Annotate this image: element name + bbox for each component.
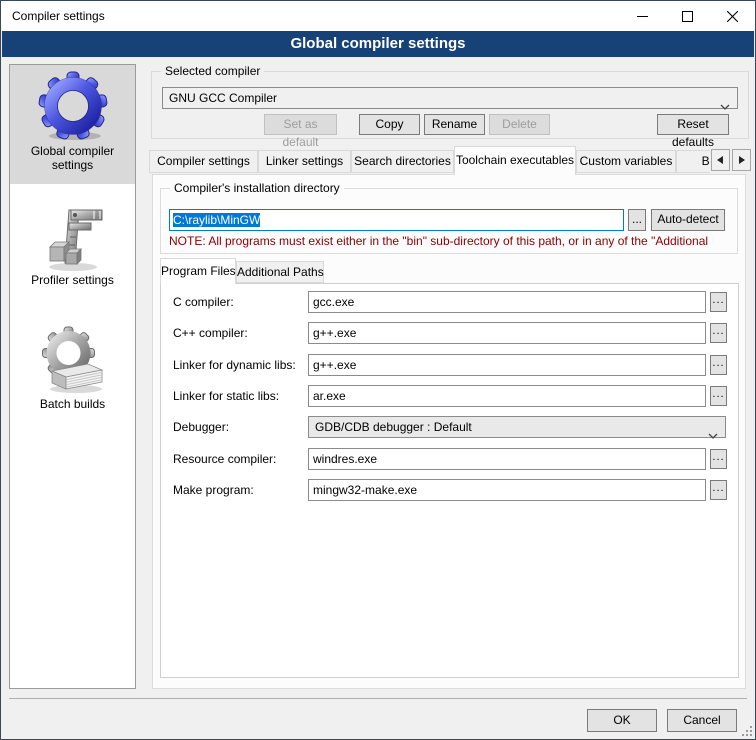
linker-dynamic-label: Linker for dynamic libs:	[173, 358, 296, 372]
set-as-default-button[interactable]: Set as default	[264, 114, 337, 135]
selected-compiler-group-label: Selected compiler	[161, 64, 264, 78]
sidebar-item-global-compiler-settings[interactable]: Global compiler settings	[10, 65, 135, 184]
install-dir-browse-button[interactable]: ...	[628, 209, 646, 231]
copy-button[interactable]: Copy	[359, 114, 420, 135]
compiler-settings-dialog: Compiler settings Global compiler settin…	[0, 0, 756, 740]
program-files-page: C compiler: ... C++ compiler: ... Linker…	[160, 283, 739, 678]
cpp-compiler-label: C++ compiler:	[173, 326, 248, 340]
maximize-button[interactable]	[665, 1, 710, 31]
make-program-input[interactable]	[308, 479, 706, 501]
debugger-select[interactable]: GDB/CDB debugger : Default	[308, 416, 726, 438]
window-title: Compiler settings	[12, 9, 105, 23]
gear-stack-icon	[38, 325, 108, 395]
caliper-icon	[38, 201, 108, 271]
close-button[interactable]	[710, 1, 755, 31]
bin-subdirectory-note: NOTE: All programs must exist either in …	[169, 234, 736, 248]
linker-dynamic-input[interactable]	[308, 354, 706, 376]
tab-linker-settings[interactable]: Linker settings	[258, 150, 351, 173]
page-title: Global compiler settings	[2, 31, 754, 57]
close-icon	[727, 11, 738, 22]
toolchain-executables-page: Compiler's installation directory C:\ray…	[152, 174, 746, 689]
resize-grip[interactable]	[742, 726, 752, 736]
install-dir-selected-text: C:\raylib\MinGW	[173, 213, 260, 227]
reset-defaults-button[interactable]: Reset defaults	[657, 114, 729, 135]
maximize-icon	[682, 11, 693, 22]
cpp-compiler-browse-button[interactable]: ...	[710, 323, 727, 343]
installation-directory-group-label: Compiler's installation directory	[170, 181, 344, 195]
c-compiler-label: C compiler:	[173, 295, 234, 309]
c-compiler-input[interactable]	[308, 291, 706, 313]
arrow-left-icon	[717, 156, 724, 164]
make-program-label: Make program:	[173, 483, 254, 497]
cancel-button[interactable]: Cancel	[667, 709, 737, 732]
install-dir-input[interactable]: C:\raylib\MinGW	[169, 209, 624, 231]
make-program-browse-button[interactable]: ...	[710, 480, 727, 500]
debugger-label: Debugger:	[173, 420, 229, 434]
delete-button[interactable]: Delete	[489, 114, 550, 135]
gear-blue-icon	[37, 70, 109, 142]
chevron-down-icon	[708, 425, 718, 445]
settings-tab-strip: Compiler settings Linker settings Search…	[149, 146, 710, 175]
tab-additional-paths[interactable]: Additional Paths	[236, 261, 324, 283]
auto-detect-button[interactable]: Auto-detect	[651, 209, 725, 231]
tab-toolchain-executables[interactable]: Toolchain executables	[454, 146, 576, 175]
c-compiler-browse-button[interactable]: ...	[710, 292, 727, 312]
ok-button[interactable]: OK	[587, 709, 657, 732]
title-bar[interactable]: Compiler settings	[1, 1, 755, 31]
sidebar-item-profiler-settings[interactable]: Profiler settings	[10, 196, 135, 311]
chevron-down-icon	[720, 96, 730, 116]
rename-button[interactable]: Rename	[424, 114, 485, 135]
resource-compiler-browse-button[interactable]: ...	[710, 449, 727, 469]
linker-static-input[interactable]	[308, 385, 706, 407]
tab-search-directories[interactable]: Search directories	[351, 150, 454, 173]
sidebar-item-label: Global compiler settings	[24, 144, 122, 172]
sidebar-item-label: Batch builds	[24, 397, 122, 411]
compiler-select[interactable]: GNU GCC Compiler	[162, 87, 738, 109]
linker-static-browse-button[interactable]: ...	[710, 386, 727, 406]
tab-build-options[interactable]: Build options	[676, 150, 710, 173]
footer-divider	[9, 698, 747, 699]
settings-category-list: Global compiler settings	[9, 64, 136, 689]
arrow-right-icon	[738, 156, 745, 164]
cpp-compiler-input[interactable]	[308, 322, 706, 344]
installation-directory-group: Compiler's installation directory C:\ray…	[160, 188, 738, 254]
selected-compiler-group: Selected compiler GNU GCC Compiler Set a…	[151, 71, 749, 139]
compiler-select-value: GNU GCC Compiler	[169, 91, 277, 105]
sidebar-item-label: Profiler settings	[24, 273, 122, 287]
sidebar-item-batch-builds[interactable]: Batch builds	[10, 320, 135, 436]
minimize-icon	[637, 11, 648, 22]
linker-static-label: Linker for static libs:	[173, 389, 279, 403]
tab-scroll-right-button[interactable]	[732, 149, 751, 171]
debugger-select-value: GDB/CDB debugger : Default	[315, 420, 472, 434]
minimize-button[interactable]	[620, 1, 665, 31]
linker-dynamic-browse-button[interactable]: ...	[710, 355, 727, 375]
tab-scroll-left-button[interactable]	[711, 149, 730, 171]
tab-program-files[interactable]: Program Files	[160, 258, 236, 284]
tab-custom-variables[interactable]: Custom variables	[576, 150, 676, 173]
tab-compiler-settings[interactable]: Compiler settings	[149, 150, 258, 173]
resource-compiler-input[interactable]	[308, 448, 706, 470]
resource-compiler-label: Resource compiler:	[173, 452, 276, 466]
